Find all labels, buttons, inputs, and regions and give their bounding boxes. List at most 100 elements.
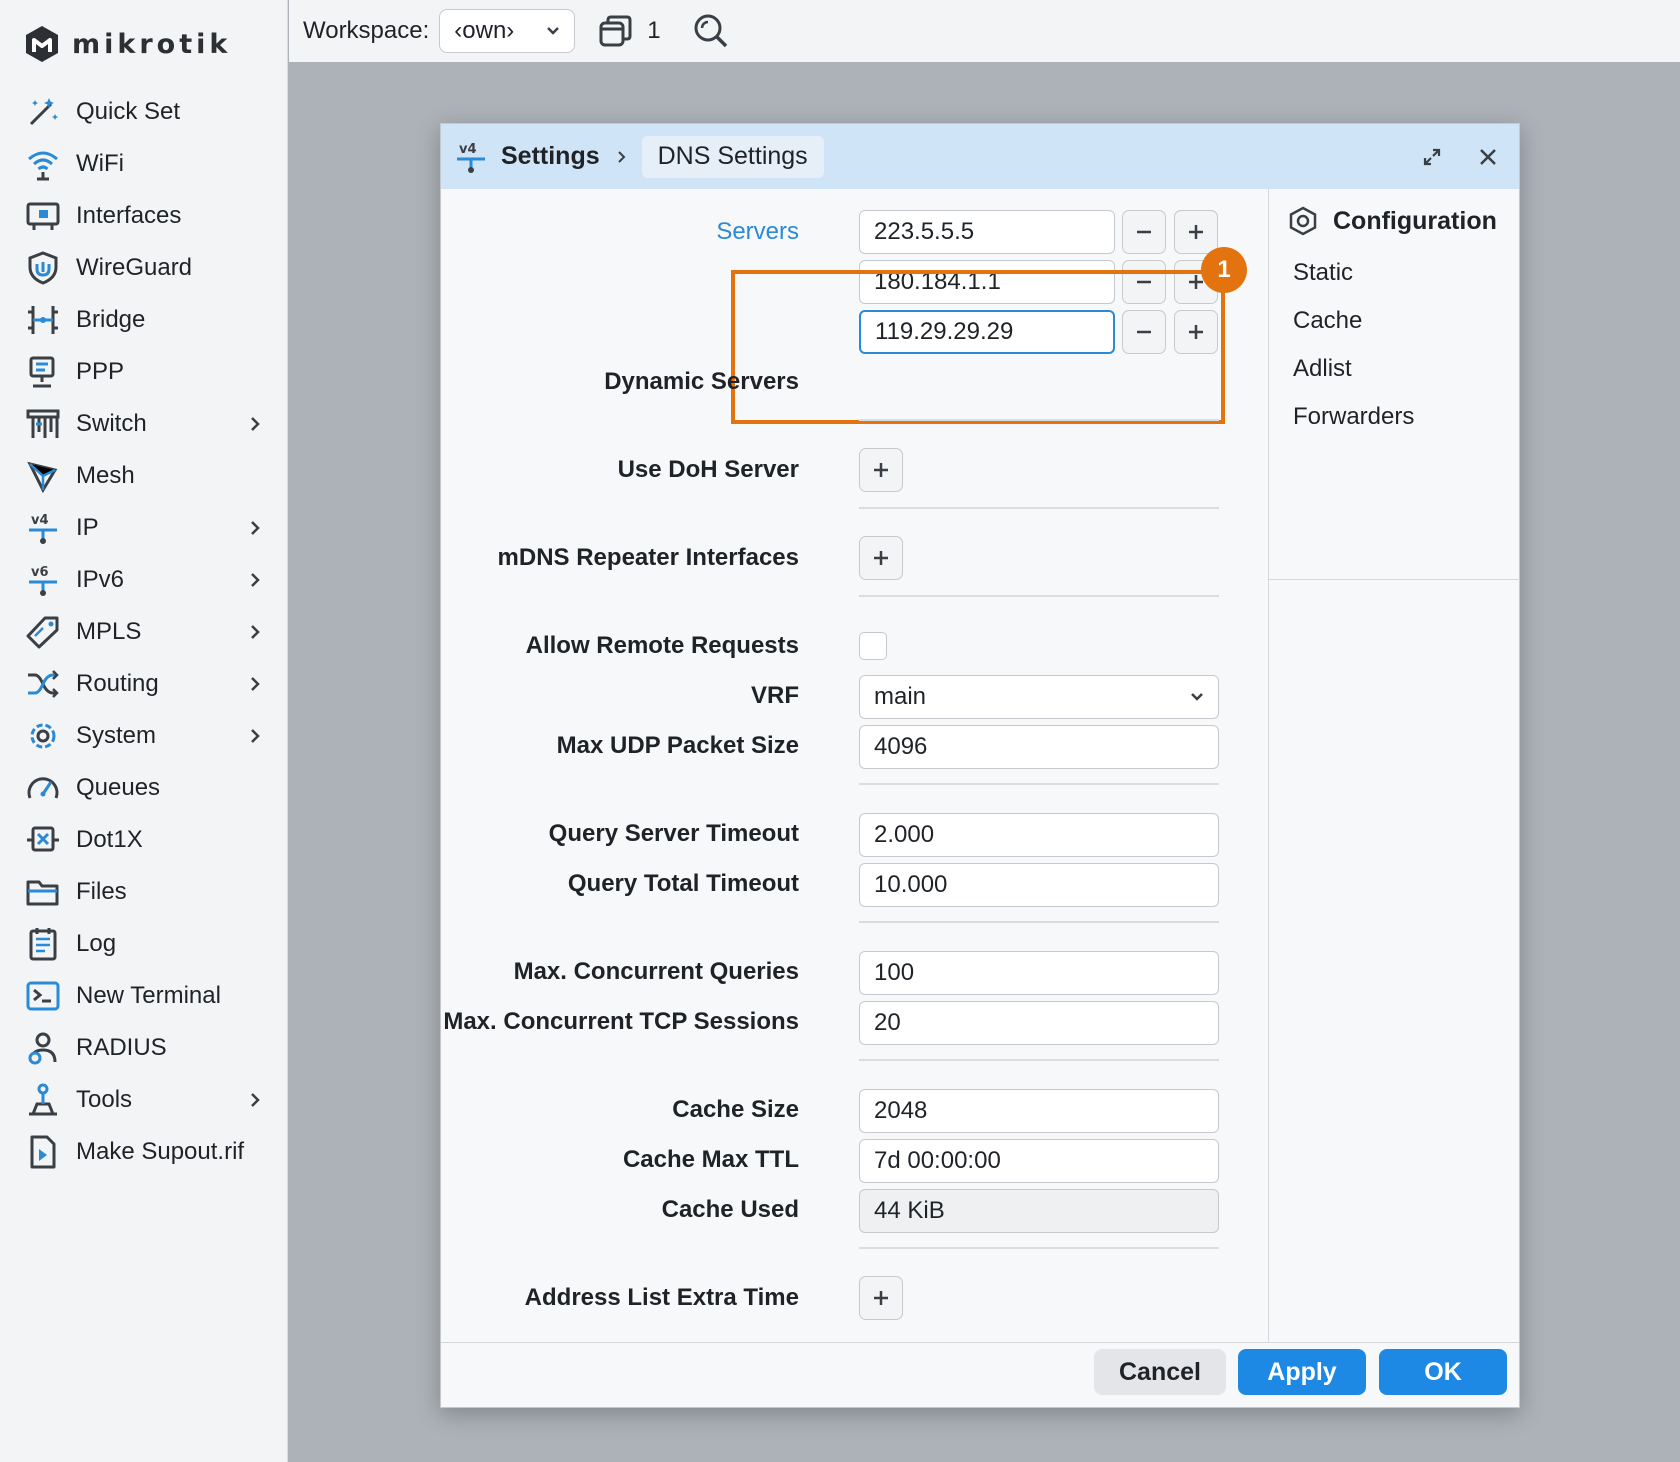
sidebar-item-switch[interactable]: Switch: [0, 398, 288, 450]
query-total-timeout-input[interactable]: 10.000: [859, 863, 1219, 907]
configuration-header: Configuration: [1287, 205, 1497, 237]
add-address-list-extra-time-button[interactable]: [859, 1276, 903, 1320]
cancel-button[interactable]: Cancel: [1094, 1349, 1226, 1395]
chevron-right-icon: [251, 625, 260, 639]
config-link-cache[interactable]: Cache: [1293, 307, 1362, 335]
sidebar-item-tools[interactable]: Tools: [0, 1074, 288, 1126]
ipv4-icon: v4: [24, 509, 62, 547]
remove-server-button-1[interactable]: [1122, 210, 1166, 254]
divider: [859, 507, 1219, 509]
dialog-header[interactable]: v4 Settings DNS Settings: [441, 124, 1519, 189]
divider: [859, 595, 1219, 597]
open-windows-button[interactable]: 1: [597, 12, 661, 50]
add-mdns-interface-button[interactable]: [859, 536, 903, 580]
svg-text:v4: v4: [31, 513, 49, 528]
dns-server-input-1[interactable]: 223.5.5.5: [859, 210, 1115, 254]
sidebar-item-log[interactable]: Log: [0, 918, 288, 970]
sidebar-item-make-supout[interactable]: Make Supout.rif: [0, 1126, 288, 1178]
close-icon[interactable]: [1473, 142, 1503, 172]
max-udp-packet-size-input[interactable]: 4096: [859, 725, 1219, 769]
chevron-right-icon: [251, 521, 260, 535]
sidebar-item-dot1x[interactable]: Dot1X: [0, 814, 288, 866]
svg-text:v6: v6: [31, 565, 49, 580]
supout-file-icon: [24, 1133, 62, 1171]
allow-remote-requests-checkbox[interactable]: [859, 632, 887, 660]
vrf-select[interactable]: main: [859, 675, 1219, 719]
sidebar-item-system[interactable]: System: [0, 710, 288, 762]
routing-icon: [24, 665, 62, 703]
sidebar-item-label: IP: [76, 514, 99, 541]
allow-remote-requests-label: Allow Remote Requests: [525, 632, 799, 659]
apply-button[interactable]: Apply: [1238, 1349, 1366, 1395]
tag-icon: [24, 613, 62, 651]
mdns-repeater-label: mDNS Repeater Interfaces: [497, 544, 799, 571]
configuration-title: Configuration: [1333, 206, 1497, 235]
sidebar-item-ipv6[interactable]: v6 IPv6: [0, 554, 288, 606]
config-link-static[interactable]: Static: [1293, 259, 1353, 287]
workspace-value: ‹own›: [454, 17, 515, 44]
bridge-icon: [24, 301, 62, 339]
gear-icon: [24, 717, 62, 755]
sidebar-item-wireguard[interactable]: WireGuard: [0, 242, 288, 294]
chevron-right-icon: [251, 417, 260, 431]
sidebar-item-ip[interactable]: v4 IP: [0, 502, 288, 554]
top-bar: Workspace: ‹own› 1: [289, 0, 1680, 62]
gauge-icon: [24, 769, 62, 807]
ok-button[interactable]: OK: [1379, 1349, 1507, 1395]
sidebar-item-label: WireGuard: [76, 254, 193, 281]
query-server-timeout-label: Query Server Timeout: [548, 820, 799, 847]
mikrotik-logo-icon: [26, 26, 58, 62]
terminal-icon: [24, 977, 62, 1015]
sidebar-item-quick-set[interactable]: Quick Set: [0, 86, 288, 138]
interfaces-icon: [24, 197, 62, 235]
sidebar-item-label: PPP: [76, 358, 125, 385]
minus-icon: [1137, 230, 1151, 234]
sidebar-item-mpls[interactable]: MPLS: [0, 606, 288, 658]
sidebar-item-label: Quick Set: [76, 98, 181, 125]
cache-max-ttl-input[interactable]: 7d 00:00:00: [859, 1139, 1219, 1183]
plus-icon: [874, 551, 888, 565]
maximize-icon[interactable]: [1417, 142, 1447, 172]
dialog-footer: Cancel Apply OK: [441, 1342, 1519, 1407]
wand-icon: [24, 93, 62, 131]
sidebar-item-queues[interactable]: Queues: [0, 762, 288, 814]
sidebar-item-label: Tools: [76, 1086, 133, 1113]
add-doh-server-button[interactable]: [859, 448, 903, 492]
max-concurrent-tcp-sessions-label: Max. Concurrent TCP Sessions: [443, 1008, 799, 1035]
divider: [859, 783, 1219, 785]
sidebar-item-bridge[interactable]: Bridge: [0, 294, 288, 346]
breadcrumb-dns-settings[interactable]: DNS Settings: [641, 135, 824, 178]
workspace-select[interactable]: ‹own›: [439, 9, 576, 53]
sidebar-nav: Quick Set WiFi Interfaces WireGuard Brid…: [0, 86, 288, 1178]
sidebar-item-new-terminal[interactable]: New Terminal: [0, 970, 288, 1022]
vrf-label: VRF: [751, 682, 799, 709]
query-server-timeout-input[interactable]: 2.000: [859, 813, 1219, 857]
wifi-icon: [24, 145, 62, 183]
workspace-label: Workspace:: [303, 17, 430, 44]
sidebar-item-interfaces[interactable]: Interfaces: [0, 190, 288, 242]
settings-hexagon-icon: [1289, 206, 1317, 236]
sidebar: mikrotik Quick Set WiFi Interfaces WireG…: [0, 0, 288, 1462]
config-link-adlist[interactable]: Adlist: [1293, 355, 1352, 383]
sidebar-item-wifi[interactable]: WiFi: [0, 138, 288, 190]
sidebar-item-mesh[interactable]: Mesh: [0, 450, 288, 502]
sidebar-item-routing[interactable]: Routing: [0, 658, 288, 710]
sidebar-item-ppp[interactable]: PPP: [0, 346, 288, 398]
search-icon[interactable]: [691, 11, 731, 51]
folder-icon: [24, 873, 62, 911]
max-concurrent-tcp-sessions-input[interactable]: 20: [859, 1001, 1219, 1045]
sidebar-item-label: Routing: [76, 670, 159, 697]
chevron-down-icon: [547, 27, 560, 35]
add-server-button-1[interactable]: [1174, 210, 1218, 254]
config-link-forwarders[interactable]: Forwarders: [1293, 403, 1414, 431]
brand-name: mikrotik: [72, 28, 232, 60]
cache-size-input[interactable]: 2048: [859, 1089, 1219, 1133]
sidebar-item-radius[interactable]: RADIUS: [0, 1022, 288, 1074]
sidebar-item-label: RADIUS: [76, 1034, 167, 1061]
max-concurrent-queries-input[interactable]: 100: [859, 951, 1219, 995]
sidebar-item-files[interactable]: Files: [0, 866, 288, 918]
cache-used-value: 44 KiB: [859, 1189, 1219, 1233]
mikrotik-logo[interactable]: mikrotik: [22, 22, 231, 66]
breadcrumb-settings[interactable]: Settings: [501, 142, 600, 171]
divider: [1269, 579, 1520, 580]
